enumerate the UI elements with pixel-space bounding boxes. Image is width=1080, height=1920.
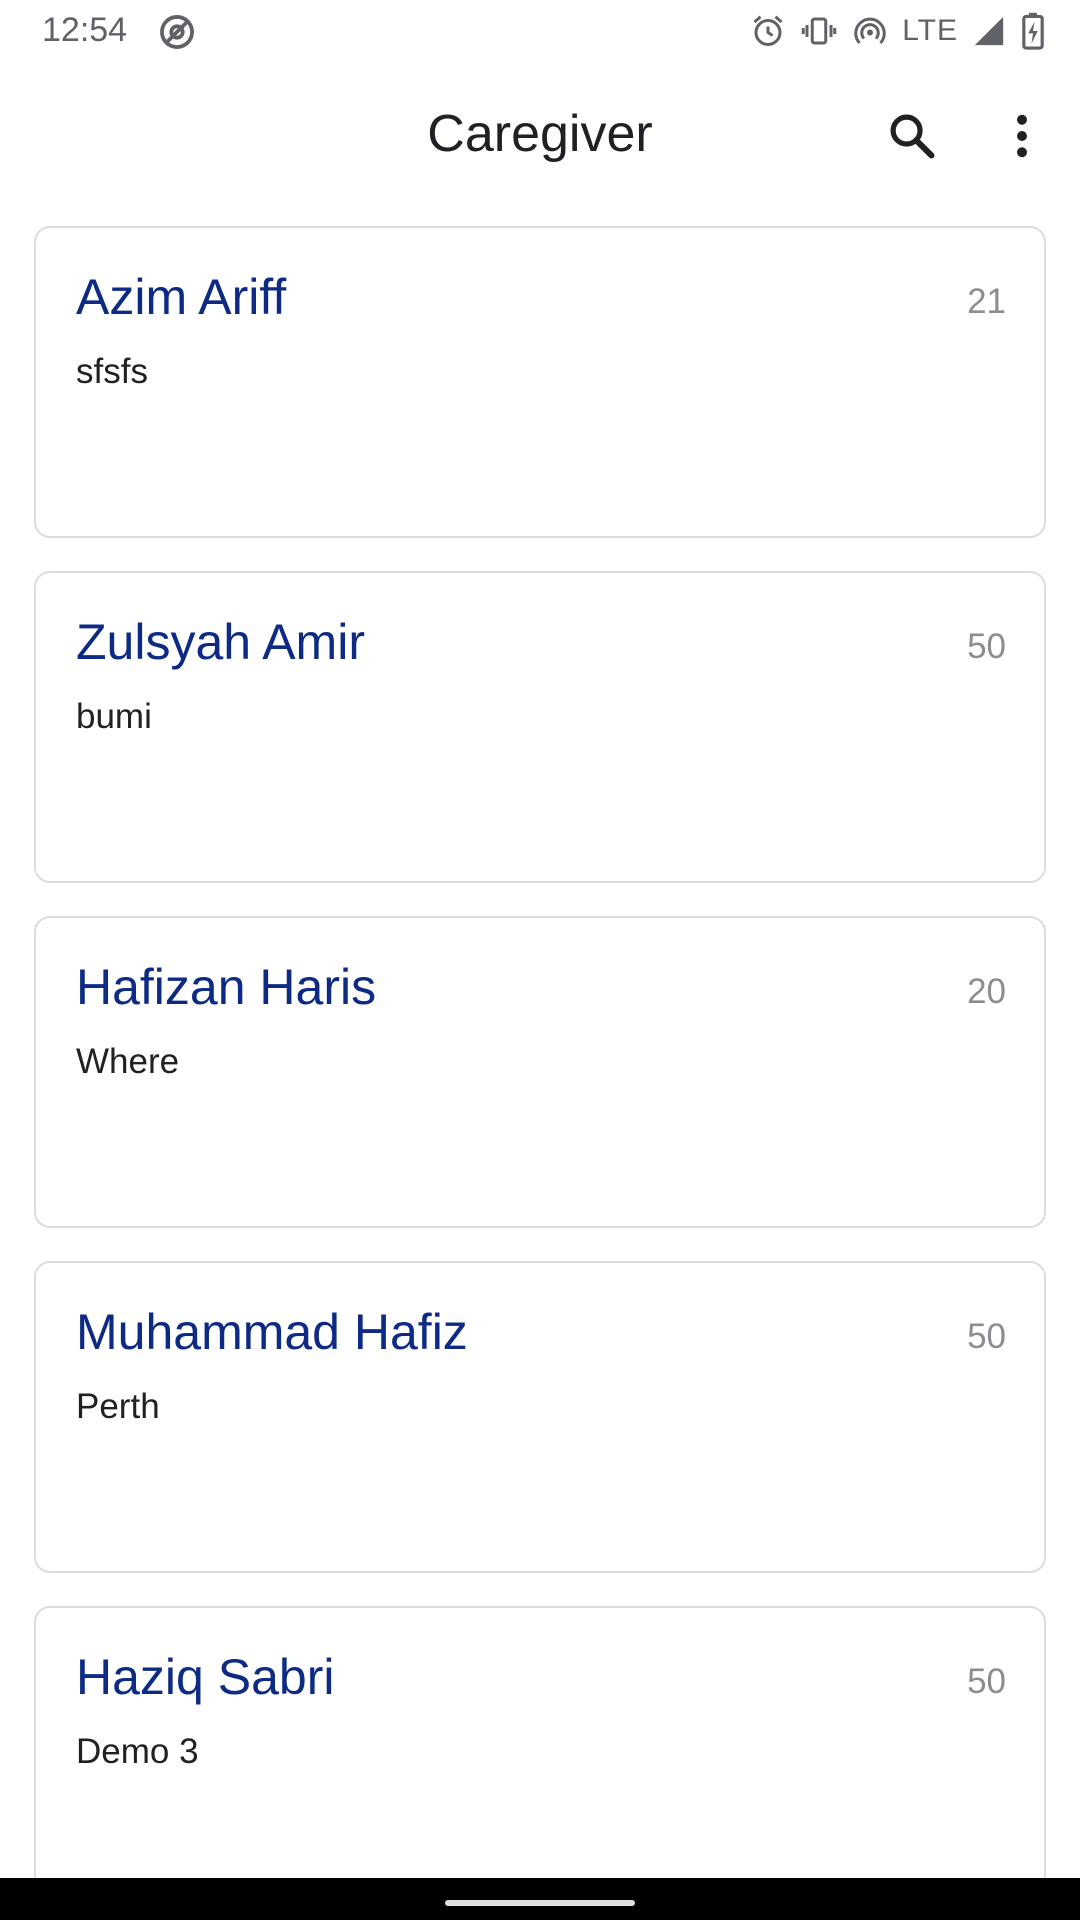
caregiver-card[interactable]: Haziq Sabri 50 Demo 3	[34, 1606, 1046, 1918]
caregiver-description: sfsfs	[76, 352, 148, 391]
caregiver-list: Azim Ariff 21 sfsfs Zulsyah Amir 50 bumi…	[34, 226, 1046, 1920]
caregiver-description: Perth	[76, 1387, 160, 1426]
signal-icon	[972, 14, 1006, 48]
caregiver-description: Demo 3	[76, 1732, 199, 1771]
caregiver-description: Where	[76, 1042, 180, 1081]
search-button[interactable]	[880, 104, 944, 168]
caregiver-age: 50	[967, 1317, 1006, 1356]
home-gesture-handle[interactable]	[445, 1900, 635, 1906]
battery-charging-icon	[1020, 12, 1046, 50]
navigation-bar	[0, 1878, 1080, 1920]
status-bar: 12:54 LTE	[0, 0, 1080, 62]
caregiver-name: Zulsyah Amir	[76, 614, 365, 670]
app-bar: Caregiver	[0, 62, 1080, 212]
caregiver-name: Azim Ariff	[76, 269, 287, 325]
more-options-button[interactable]	[990, 104, 1054, 168]
caregiver-name: Muhammad Hafiz	[76, 1304, 468, 1360]
caregiver-card[interactable]: Zulsyah Amir 50 bumi	[34, 571, 1046, 883]
more-vert-icon	[1017, 114, 1027, 158]
caregiver-age: 50	[967, 627, 1006, 666]
caregiver-name: Hafizan Haris	[76, 959, 377, 1015]
vibrate-icon	[800, 13, 838, 49]
caregiver-card[interactable]: Hafizan Haris 20 Where	[34, 916, 1046, 1228]
caregiver-age: 20	[967, 972, 1006, 1011]
caregiver-age: 21	[967, 282, 1006, 321]
screen: 12:54 LTE Caregiver Azim Ariff 21 sfsfs …	[0, 0, 1080, 1920]
hotspot-icon	[852, 13, 888, 49]
status-icons: LTE	[750, 10, 1046, 52]
caregiver-card[interactable]: Muhammad Hafiz 50 Perth	[34, 1261, 1046, 1573]
network-type: LTE	[902, 14, 958, 47]
status-time: 12:54	[42, 11, 128, 49]
alarm-icon	[750, 13, 786, 49]
search-icon	[890, 114, 935, 159]
at-sign-icon	[158, 13, 196, 51]
caregiver-description: bumi	[76, 697, 152, 736]
caregiver-card[interactable]: Azim Ariff 21 sfsfs	[34, 226, 1046, 538]
caregiver-age: 50	[967, 1662, 1006, 1701]
caregiver-name: Haziq Sabri	[76, 1649, 335, 1705]
